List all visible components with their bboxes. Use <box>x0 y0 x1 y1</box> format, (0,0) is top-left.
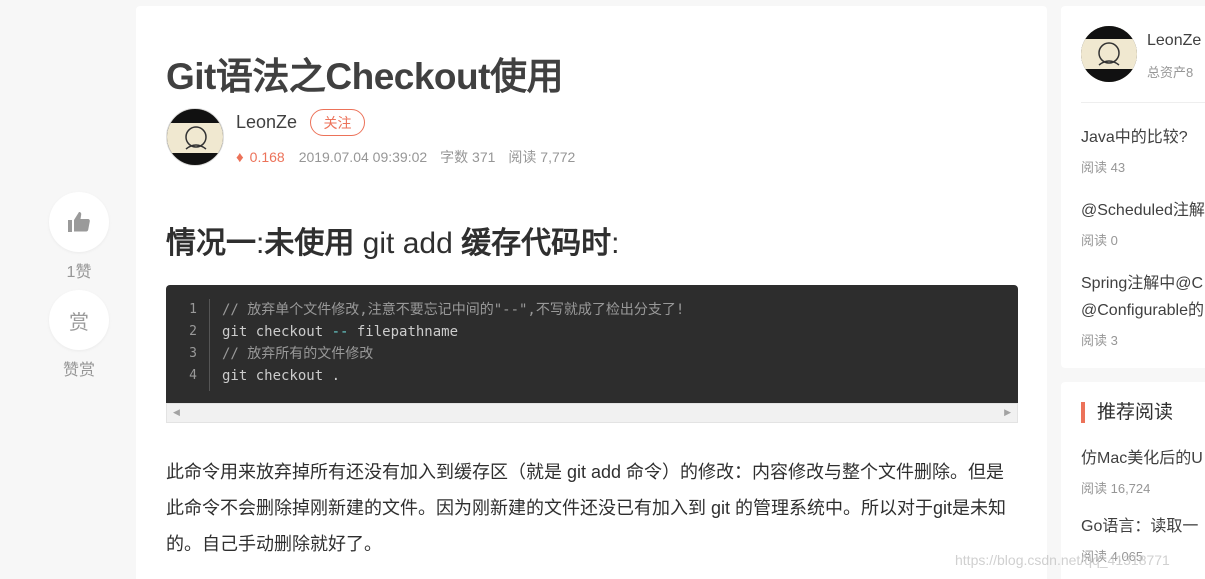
publish-date: 2019.07.04 09:39:02 <box>298 149 428 165</box>
watermark: https://blog.csdn.net/qq_41318771 <box>955 552 1170 568</box>
scroll-right-arrow-icon[interactable]: ▶ <box>1004 407 1011 418</box>
sidebar-avatar[interactable] <box>1081 26 1137 82</box>
article-paragraph: 此命令用来放弃掉所有还没有加入到缓存区（就是 git add 命令）的修改：内容… <box>166 462 1007 554</box>
code-token: git checkout <box>222 324 332 340</box>
thumbs-up-icon <box>68 212 90 232</box>
like-action[interactable]: 1赞 <box>48 192 110 282</box>
code-line-1: // 放弃单个文件修改,注意不要忘记中间的"--",不写就成了检出分支了! <box>222 302 685 318</box>
recommend-card: 推荐阅读 仿Mac美化后的U 阅读 16,724 Go语言：读取一 阅读 4,0… <box>1061 382 1205 579</box>
follow-button[interactable]: 关注 <box>310 109 365 136</box>
code-line-4: git checkout . <box>222 368 341 384</box>
heading-end: : <box>611 227 620 260</box>
article-title: Git语法之Checkout使用 <box>166 56 563 97</box>
reward-label: 赞赏 <box>62 362 95 379</box>
line-number: 4 <box>189 368 197 383</box>
article-score: 0.168 <box>249 149 285 165</box>
sidebar-article-link[interactable]: Spring注解中@C <box>1081 270 1205 297</box>
sidebar-article-reads: 阅读 3 <box>1081 333 1118 348</box>
sidebar-article-reads: 阅读 0 <box>1081 233 1118 248</box>
word-count: 字数 371 <box>440 149 496 165</box>
reward-icon: 赏 <box>69 311 89 334</box>
heading-part-2: 未使用 <box>264 227 355 260</box>
recommend-heading: 推荐阅读 <box>1081 402 1173 423</box>
code-block: 1 2 3 4 // 放弃单个文件修改,注意不要忘记中间的"--",不写就成了检… <box>166 285 1018 403</box>
line-number-gutter: 1 2 3 4 <box>166 299 210 391</box>
code-operator: -- <box>331 324 349 340</box>
author-avatar[interactable] <box>166 108 224 166</box>
sidebar-assets: 总资产8 <box>1147 65 1194 80</box>
sidebar-author-name[interactable]: LeonZe <box>1147 32 1201 50</box>
code-token: filepathname <box>348 324 459 340</box>
diamond-icon: ♦ <box>236 148 244 166</box>
like-count: 1赞 <box>66 264 92 281</box>
reward-button[interactable]: 赏 <box>49 290 109 350</box>
heading-code: git add <box>354 227 462 260</box>
divider <box>1081 102 1205 103</box>
author-name[interactable]: LeonZe <box>236 112 297 133</box>
recommend-article-reads: 阅读 16,724 <box>1081 481 1151 496</box>
recommend-article-link[interactable]: 仿Mac美化后的U <box>1081 445 1205 472</box>
sidebar-article-link[interactable]: Java中的比较? <box>1081 124 1205 151</box>
line-number: 3 <box>189 346 197 361</box>
side-actions: 1赞 赏 赞赏 <box>48 192 110 388</box>
scroll-left-arrow-icon[interactable]: ◀ <box>173 407 180 418</box>
avatar-image <box>167 109 223 165</box>
like-button[interactable] <box>49 192 109 252</box>
code-line-3: // 放弃所有的文件修改 <box>222 346 374 362</box>
code-horizontal-scrollbar[interactable]: ◀ ▶ <box>166 403 1018 423</box>
article-card: Git语法之Checkout使用 LeonZe 关注 ♦ 0.168 2019.… <box>136 6 1047 579</box>
sidebar-article-link-cont[interactable]: @Configurable的 <box>1081 297 1205 324</box>
sidebar-article-reads: 阅读 43 <box>1081 160 1126 175</box>
heading-part-3: 缓存代码时 <box>461 227 612 260</box>
heading-part-1: 情况一 <box>166 227 256 260</box>
line-number: 1 <box>189 302 197 317</box>
avatar-image <box>1081 26 1137 82</box>
article-meta: ♦ 0.168 2019.07.04 09:39:02 字数 371 阅读 7,… <box>236 147 588 167</box>
section-heading: 情况一:未使用 git add 缓存代码时: <box>166 218 619 262</box>
line-number: 2 <box>189 324 197 339</box>
code-line-2: git checkout -- filepathname <box>222 321 684 343</box>
code-lines: // 放弃单个文件修改,注意不要忘记中间的"--",不写就成了检出分支了! gi… <box>222 299 684 387</box>
read-count: 阅读 7,772 <box>508 149 576 165</box>
sidebar-article-link[interactable]: @Scheduled注解 <box>1081 197 1205 224</box>
recommend-article-link[interactable]: Go语言：读取一 <box>1081 513 1205 540</box>
reward-action[interactable]: 赏 赞赏 <box>48 290 110 380</box>
author-sidebar-card: LeonZe 总资产8 Java中的比较? 阅读 43 @Scheduled注解… <box>1061 6 1205 368</box>
